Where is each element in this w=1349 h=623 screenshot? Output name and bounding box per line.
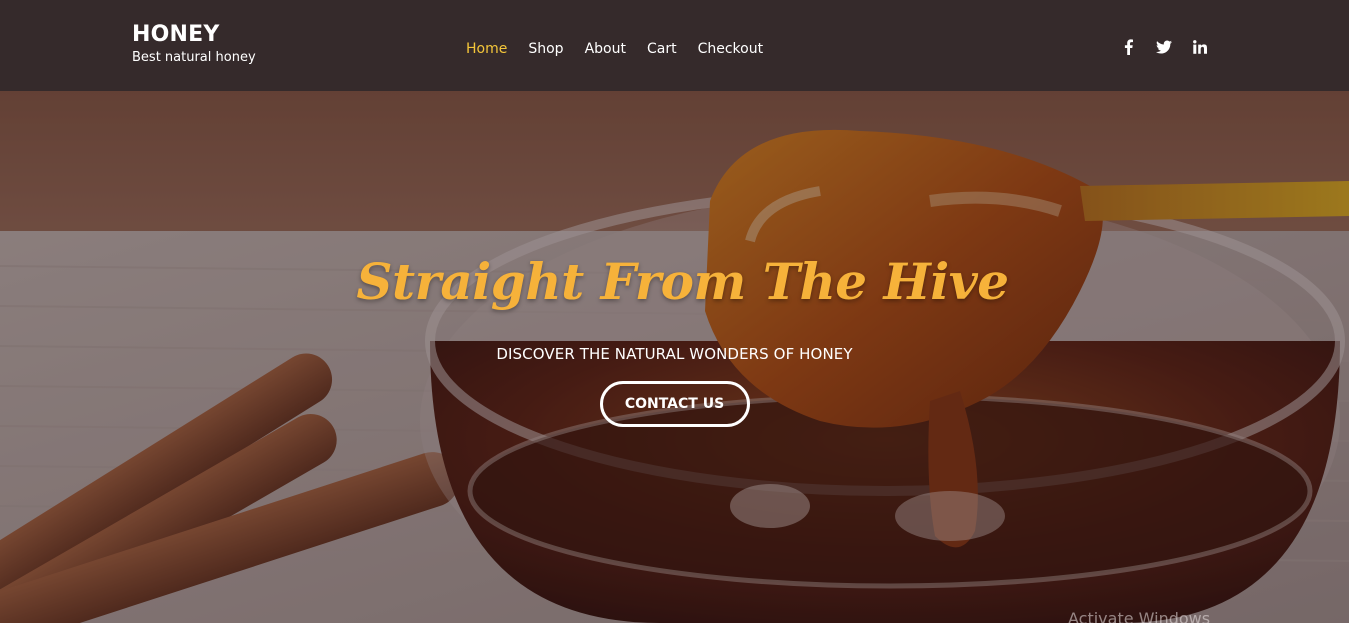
- social-links: [1118, 37, 1210, 57]
- brand-tagline: Best natural honey: [132, 50, 256, 65]
- facebook-icon[interactable]: [1118, 37, 1138, 57]
- hero-content: Straight From The Hive DISCOVER THE NATU…: [0, 251, 1349, 427]
- linkedin-icon[interactable]: [1190, 37, 1210, 57]
- nav-item-about[interactable]: About: [585, 39, 626, 59]
- brand-title[interactable]: HONEY: [132, 22, 256, 48]
- nav-item-checkout[interactable]: Checkout: [698, 39, 764, 59]
- activate-windows-watermark: Activate Windows: [1068, 609, 1211, 623]
- contact-us-button[interactable]: CONTACT US: [599, 381, 750, 427]
- hero-title: Straight From The Hive: [356, 252, 1009, 311]
- nav-item-cart[interactable]: Cart: [647, 39, 677, 59]
- brand[interactable]: HONEY Best natural honey: [132, 22, 256, 67]
- nav-item-shop[interactable]: Shop: [528, 39, 563, 59]
- page: HONEY Best natural honey Home Shop About…: [0, 0, 1349, 623]
- nav-item-home[interactable]: Home: [466, 39, 507, 59]
- hero-subtitle: DISCOVER THE NATURAL WONDERS OF HONEY: [496, 345, 853, 363]
- main-nav: Home Shop About Cart Checkout: [466, 39, 763, 59]
- twitter-icon[interactable]: [1154, 37, 1174, 57]
- site-header: HONEY Best natural honey Home Shop About…: [0, 0, 1349, 91]
- hero-section: Straight From The Hive DISCOVER THE NATU…: [0, 91, 1349, 623]
